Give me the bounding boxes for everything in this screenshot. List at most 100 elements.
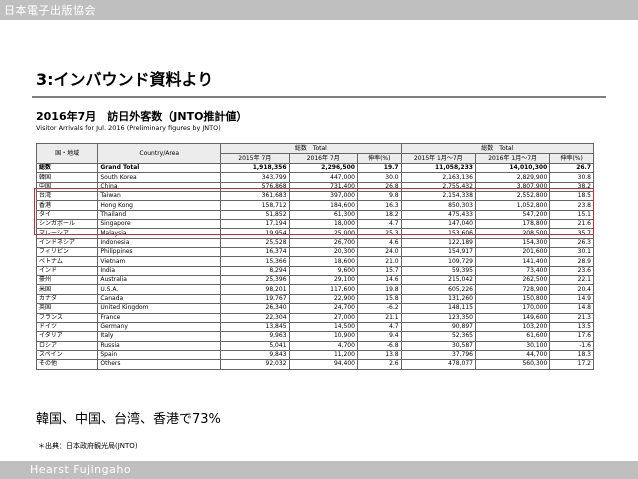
cell-2015-ytd: 148,115 [400,303,476,314]
cell-growth-july: 4.6 [356,237,402,249]
cell-country-ja: ベトナム [35,256,99,267]
cell-growth-ytd: 22.1 [549,275,594,286]
cell-2015-july: 26,340 [220,303,290,314]
table-row: スペイン Spain 9,843 11,200 13.8 37,796 44,700 18.3 [35,349,594,361]
cell-2016-july: 14,500 [288,321,358,333]
cell-growth-july: 15.7 [356,265,402,277]
cell-growth-ytd: 30.8 [549,172,594,183]
cell-country-ja: ドイツ [35,321,99,333]
cell-growth-ytd: 28.9 [549,256,594,267]
table-row: インドネシア Indonesia 25,528 26,700 4.6 122,189 154… [35,237,594,249]
cell-2016-july: 447,000 [288,172,358,183]
cell-country-en: United Kingdom [97,303,222,314]
header-2016-july: 2016年 7月 [288,153,358,164]
cell-growth-july: 21.1 [356,312,402,323]
bottom-banner: Hearst Fujingaho [0,461,638,479]
cell-2016-july: 22,900 [288,293,358,305]
cell-country-en: Spain [97,349,222,361]
cell-country-ja: その他 [35,359,99,370]
cell-2015-july: 16,374 [220,247,290,258]
cell-2015-july: 9,963 [220,331,290,342]
cell-2016-july: 4,700 [288,340,358,351]
cell-country-en: Germany [97,321,222,333]
cell-country-ja: 韓国 [35,172,99,183]
header-2015-july: 2015年 7月 [220,153,290,164]
cell-2016-july: 11,200 [288,349,358,361]
cell-growth-july: 24.0 [356,247,402,258]
cell-country-ja: 英国 [35,303,99,314]
table-row: イタリア Italy 9,963 10,900 9.4 52,365 61,600 17.6 [35,331,594,342]
cell-2016-ytd: 73,400 [474,265,551,277]
cell-country-ja: スペイン [35,349,99,361]
cell-2016-ytd: 149,600 [474,312,551,323]
cell-2015-july: 25,528 [220,237,290,249]
cell-growth-ytd: 23.6 [549,265,594,277]
table-row: ドイツ Germany 13,845 14,500 4.7 90,897 103,200 13… [35,321,594,333]
table-subtitle: Visitor Arrivals for Jul. 2016 (Prelimin… [36,124,221,132]
top-banner: 日本電子出版協会 [0,0,638,20]
cell-2015-ytd: 11,058,233 [400,162,476,174]
highlight-box [34,188,594,235]
cell-2016-july: 20,300 [288,247,358,258]
source-note: ＊出典：日本政府観光局(JNTO) [38,442,138,450]
cell-2016-ytd: 201,600 [474,247,551,258]
cell-growth-july: 14.6 [356,275,402,286]
cell-2016-ytd: 2,829,900 [474,172,551,183]
cell-2016-july: 27,000 [288,312,358,323]
cell-2015-july: 19,767 [220,293,290,305]
cell-2016-july: 26,700 [288,237,358,249]
cell-2015-ytd: 52,365 [400,331,476,342]
cell-2016-ytd: 262,500 [474,275,551,286]
cell-growth-july: 19.8 [356,284,402,295]
cell-growth-ytd: 26.3 [549,237,594,249]
cell-country-ja: インド [35,265,99,277]
table-row: インド India 8,294 9,600 15.7 59,395 73,400 23.6 [35,265,594,277]
cell-2015-ytd: 478,077 [400,359,476,370]
cell-2016-july: 2,296,500 [288,162,358,174]
cell-growth-july: 15.8 [356,293,402,305]
cell-2015-july: 9,843 [220,349,290,361]
table-row: ベトナム Vietnam 15,366 18,600 21.0 109,729 141,40… [35,256,594,267]
cell-2015-july: 1,918,356 [220,162,290,174]
cell-growth-july: 2.6 [356,359,402,370]
cell-growth-july: -6.2 [356,303,402,314]
header-growth-july: 伸率(%) [356,153,402,164]
cell-growth-ytd: 26.7 [549,162,594,174]
cell-country-ja: フィリピン [35,247,99,258]
organization-name: 日本電子出版協会 [4,4,96,17]
cell-2015-july: 25,396 [220,275,290,286]
cell-growth-july: 19.7 [356,162,402,174]
cell-country-ja: 米国 [35,284,99,295]
table-row: 米国 U.S.A. 98,201 117,600 19.8 605,226 728,900 2… [35,284,594,295]
cell-2016-july: 94,400 [288,359,358,370]
visitor-arrivals-table: 国・地域 Country/Area 総数 Total 総数 Total 2015… [35,143,595,370]
header-total-ytd: 総数 Total [400,143,595,154]
table-row: その他 Others 92,032 94,400 2.6 478,077 560,300 17… [35,359,594,370]
cell-country-en: France [97,312,222,323]
cell-2016-july: 18,600 [288,256,358,267]
cell-growth-ytd: 20.4 [549,284,594,295]
cell-country-en: U.S.A. [97,284,222,295]
cell-country-en: India [97,265,222,277]
cell-growth-ytd: 13.5 [549,321,594,333]
footer-brand: Hearst Fujingaho [30,463,132,476]
cell-country-en: Italy [97,331,222,342]
cell-2016-july: 24,700 [288,303,358,314]
cell-country-ja: インドネシア [35,237,99,249]
cell-2016-july: 117,600 [288,284,358,295]
cell-2016-ytd: 728,900 [474,284,551,295]
cell-2016-july: 29,100 [288,275,358,286]
cell-2016-ytd: 14,010,300 [474,162,551,174]
table-row: フランス France 22,304 27,000 21.1 123,350 149,600… [35,312,594,323]
cell-2016-july: 10,900 [288,331,358,342]
header-2015-ytd: 2015年 1月～7月 [400,153,476,164]
table-row: フィリピン Philippines 16,374 20,300 24.0 154,917 2… [35,247,594,258]
cell-2016-ytd: 170,000 [474,303,551,314]
cell-growth-ytd: 21.3 [549,312,594,323]
cell-2015-ytd: 37,796 [400,349,476,361]
cell-2015-july: 22,304 [220,312,290,323]
cell-2016-ytd: 30,100 [474,340,551,351]
cell-growth-july: 13.8 [356,349,402,361]
cell-growth-ytd: 14.9 [549,293,594,305]
title-divider [32,96,606,98]
